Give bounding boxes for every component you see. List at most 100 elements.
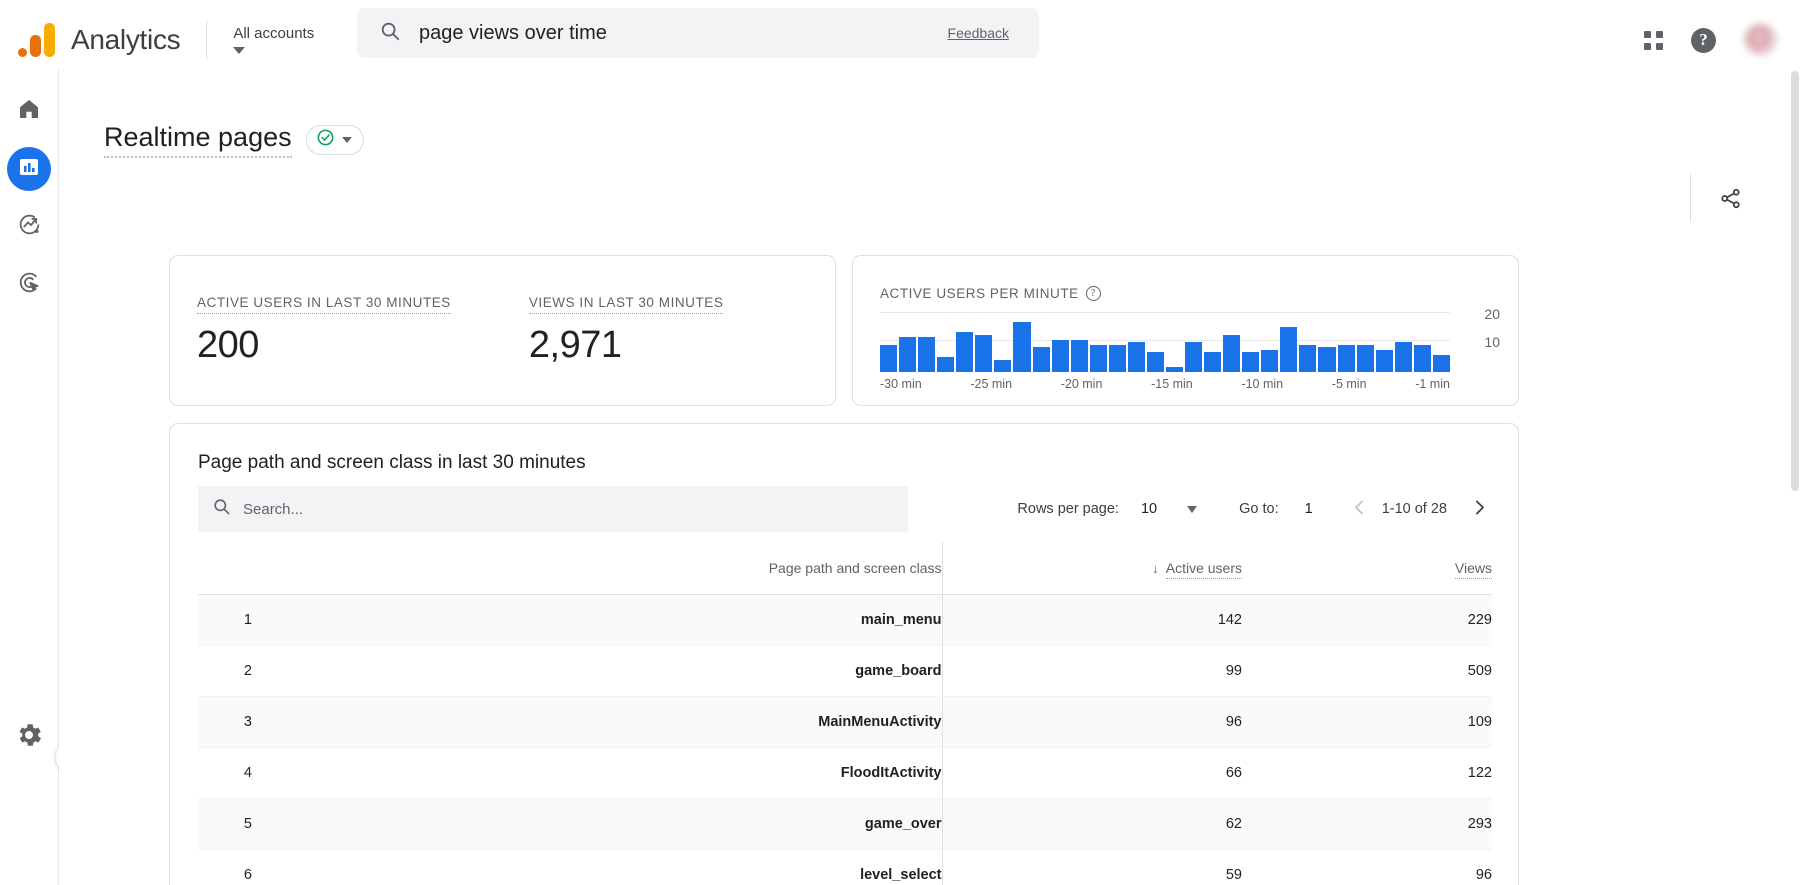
page-path-table: Page path and screen class ↓ Active user… [198,542,1492,885]
bar[interactable] [1337,344,1355,372]
chart-title: ACTIVE USERS PER MINUTE [880,286,1079,301]
metric-label[interactable]: VIEWS IN LAST 30 MINUTES [528,295,724,314]
feedback-link[interactable]: Feedback [948,25,1009,41]
table-search[interactable] [198,486,908,532]
bar[interactable] [1204,352,1222,372]
next-page-button[interactable] [1469,497,1490,522]
bar[interactable] [1070,339,1088,372]
bar[interactable] [1013,322,1031,372]
goto-value[interactable]: 1 [1305,501,1313,517]
y-tick-label: 10 [1484,334,1500,350]
table-search-input[interactable] [243,500,843,518]
sidebar-item-home[interactable] [7,89,51,133]
row-views: 122 [1242,747,1492,799]
page-title[interactable]: Realtime pages [104,122,292,158]
bar[interactable] [1261,349,1279,372]
row-index: 6 [198,849,252,885]
metric-value: 200 [197,324,259,366]
bar[interactable] [1051,339,1069,372]
bar[interactable] [1108,344,1126,372]
row-views: 229 [1242,594,1492,646]
table-row[interactable]: 1 main_menu 142 229 [198,594,1492,646]
rows-per-page-label: Rows per page: [1017,501,1119,517]
sidebar-item-explore[interactable] [7,205,51,249]
table-row[interactable]: 6 level_select 59 96 [198,849,1492,885]
previous-page-button[interactable] [1349,497,1370,522]
row-page-path[interactable]: main_menu [252,594,942,646]
metric-views: VIEWS IN LAST 30 MINUTES 2,971 [528,294,724,367]
share-icon [1721,188,1740,208]
bar[interactable] [1280,327,1298,372]
row-page-path[interactable]: FloodItActivity [252,747,942,799]
row-page-path[interactable]: MainMenuActivity [252,696,942,748]
table-row[interactable]: 4 FloodItActivity 66 122 [198,747,1492,799]
table-row[interactable]: 3 MainMenuActivity 96 109 [198,696,1492,748]
sidebar-item-advertising[interactable] [7,263,51,307]
bar[interactable] [1127,342,1145,372]
row-page-path[interactable]: level_select [252,849,942,885]
help-icon[interactable]: ? [1691,27,1716,53]
bar[interactable] [1242,352,1260,372]
page-path-table-card: Page path and screen class in last 30 mi… [169,423,1519,885]
row-page-path[interactable]: game_board [252,645,942,697]
sidebar-item-reports[interactable] [7,147,51,191]
bar[interactable] [1375,349,1393,372]
bar[interactable] [1185,342,1203,372]
global-search[interactable]: Feedback [357,8,1039,58]
bar[interactable] [918,337,936,372]
bar[interactable] [1299,344,1317,372]
page-scrollbar[interactable] [1790,69,1800,885]
bar[interactable] [1089,344,1107,372]
row-page-path[interactable]: game_over [252,798,942,850]
bar[interactable] [994,359,1012,372]
bar[interactable] [1318,347,1336,372]
bar[interactable] [1165,367,1183,372]
goto-label: Go to: [1239,501,1279,517]
row-index: 3 [198,696,252,748]
row-active-users: 99 [941,645,1242,697]
rows-per-page-value[interactable]: 10 [1141,501,1157,517]
bar[interactable] [975,334,993,372]
bar[interactable] [899,337,917,372]
bar[interactable] [1394,342,1412,372]
table-row[interactable]: 2 game_board 99 509 [198,645,1492,697]
metrics-row: ACTIVE USERS IN LAST 30 MINUTES 200 VIEW… [170,256,835,367]
sidebar-item-admin[interactable] [14,720,44,755]
bar[interactable] [1032,347,1050,372]
search-icon [212,497,231,521]
bar[interactable] [956,332,974,372]
bar[interactable] [1223,334,1241,372]
table-controls: Rows per page: 10 Go to: 1 1-10 of 28 [198,486,1492,532]
search-icon [357,20,401,47]
avatar[interactable] [1744,23,1778,57]
report-status-pill[interactable] [305,124,364,155]
chart-title-row: ACTIVE USERS PER MINUTE ? [853,256,1518,301]
apps-grid-icon[interactable] [1644,30,1663,50]
metric-label[interactable]: ACTIVE USERS IN LAST 30 MINUTES [197,295,451,314]
chevron-down-icon[interactable] [1187,505,1198,513]
row-index: 4 [198,747,252,799]
table-row[interactable]: 5 game_over 62 293 [198,798,1492,850]
pagination-controls: Rows per page: 10 Go to: 1 1-10 of 28 [908,497,1492,522]
help-icon[interactable]: ? [1085,286,1101,301]
bar[interactable] [1146,352,1164,372]
x-tick-label: -30 min [880,377,922,391]
search-input[interactable] [419,21,948,45]
table-title: Page path and screen class in last 30 mi… [198,452,586,473]
realtime-metrics-card: ACTIVE USERS IN LAST 30 MINUTES 200 VIEW… [169,255,836,406]
views-column-header[interactable]: Views [1242,542,1492,595]
row-active-users: 96 [941,696,1242,748]
bar[interactable] [1432,354,1450,372]
bar[interactable] [1356,344,1374,372]
bar-series [880,312,1450,372]
main-content: Realtime pages ACTIVE USERS IN LAST 30 M… [59,69,1800,885]
active-users-column-label: Active users [1165,560,1242,579]
scrollbar-thumb[interactable] [1791,71,1799,491]
bar[interactable] [880,344,898,372]
active-users-column-header[interactable]: ↓ Active users [941,542,1242,595]
share-button[interactable] [1690,174,1742,222]
bar[interactable] [937,357,955,372]
path-column-header[interactable]: Page path and screen class [252,542,942,595]
page-range-label: 1-10 of 28 [1381,501,1447,517]
bar[interactable] [1413,344,1431,372]
